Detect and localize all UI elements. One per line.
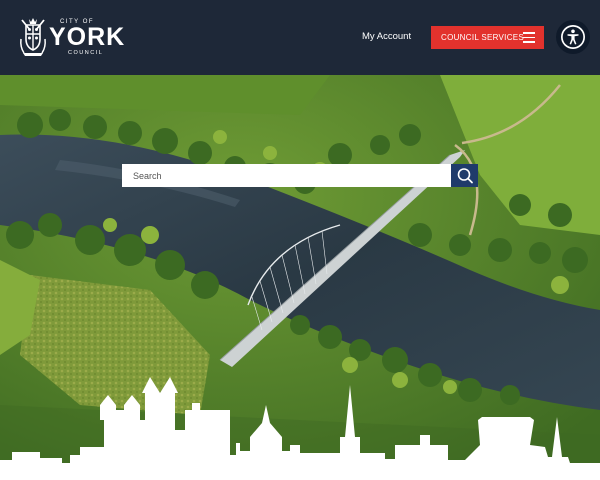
york-council-logo[interactable]: CITY OF YORK COUNCIL [18,17,124,57]
logo-council: COUNCIL [68,50,104,56]
search-button[interactable] [451,164,478,187]
hero-aerial-image [0,75,600,480]
my-account-link[interactable]: My Account [362,31,411,42]
hamburger-menu-icon [523,32,535,43]
accessibility-person-icon [561,25,585,49]
council-services-button[interactable]: COUNCIL SERVICES [431,26,544,49]
accessibility-button[interactable] [556,20,590,54]
coat-of-arms-icon [20,18,46,56]
search-icon [457,168,473,184]
hero-banner [0,75,600,480]
site-search [122,164,478,187]
site-header: CITY OF YORK COUNCIL My Account COUNCIL … [0,0,600,75]
council-services-label: COUNCIL SERVICES [441,33,525,42]
logo-york: YORK [49,23,126,51]
search-input[interactable] [122,164,451,187]
